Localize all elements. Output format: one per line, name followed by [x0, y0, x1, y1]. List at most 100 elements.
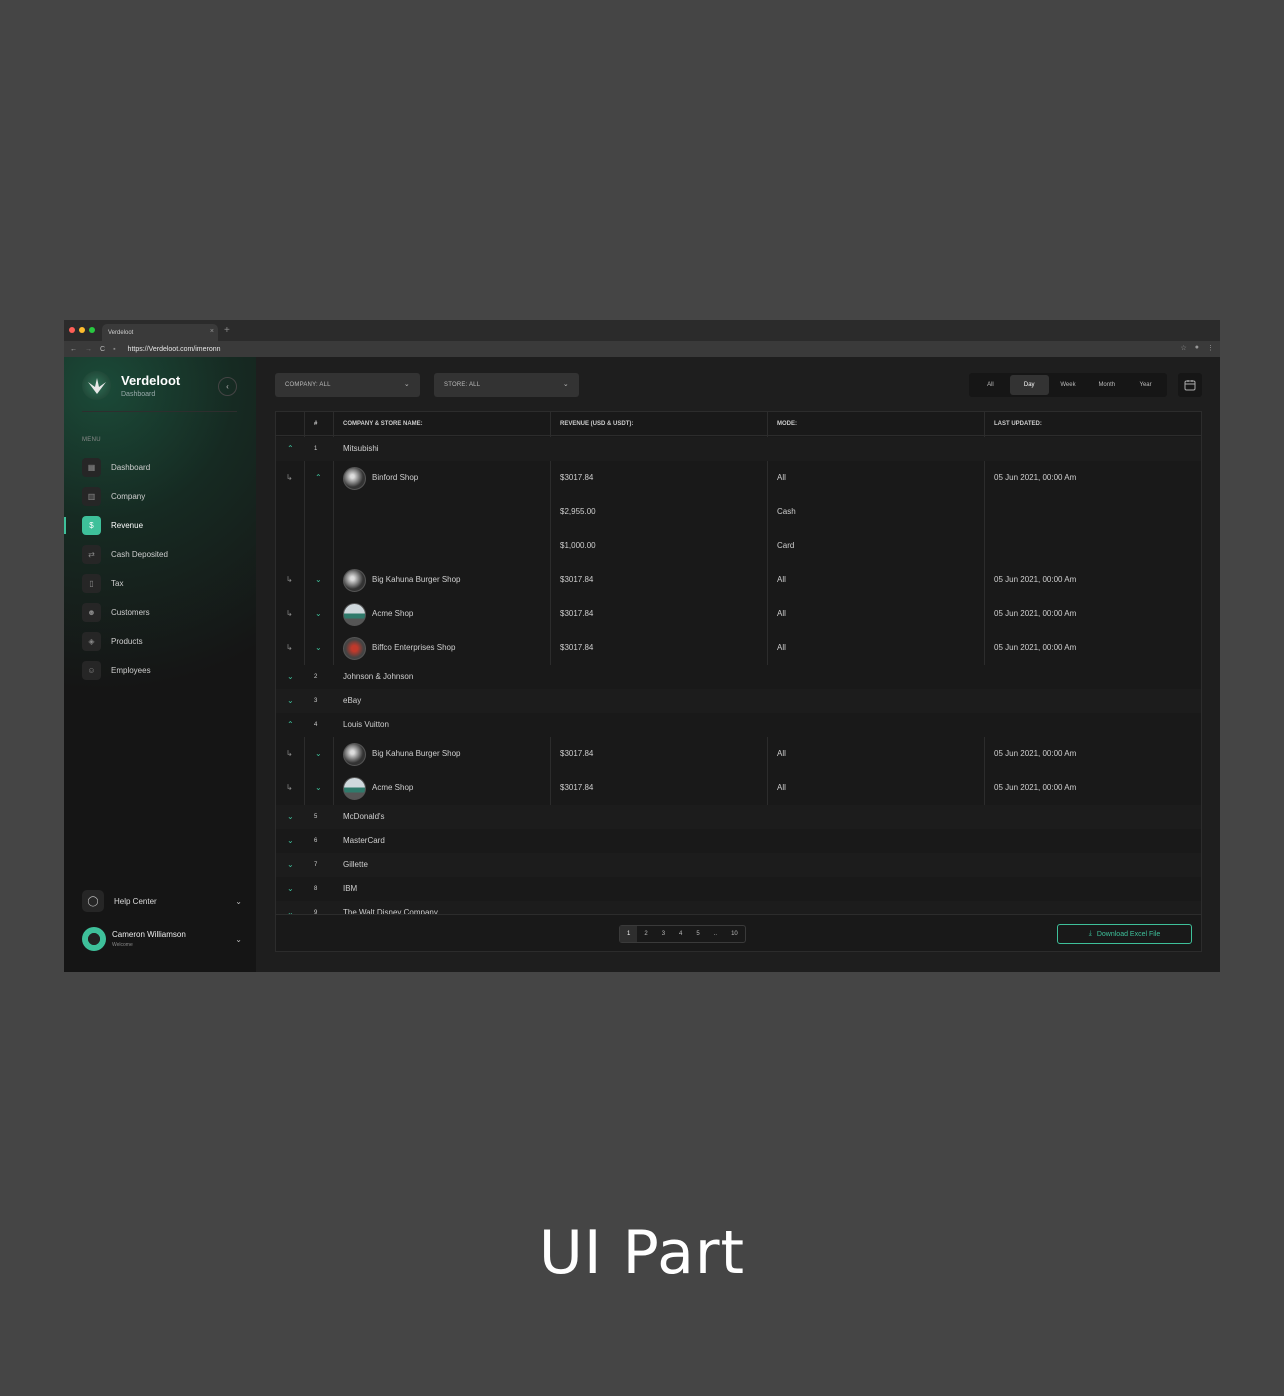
store-row[interactable]: ↳ ⌄ Big Kahuna Burger Shop 05 Jun 2021, 00:… [276, 563, 1201, 597]
sidebar-item-label: Dashboard [111, 463, 151, 472]
period-all-button[interactable]: All [971, 375, 1010, 395]
table-row[interactable]: ⌄ 9 The Walt Disney Company [276, 901, 1201, 914]
revenue-value: $3017.84 [560, 749, 594, 758]
maximize-window-dot[interactable] [89, 327, 95, 333]
company-filter-dropdown[interactable]: COMPANY: ALL ⌄ [275, 373, 420, 397]
table-row[interactable]: ⌃ 4 Louis Vuitton [276, 713, 1201, 737]
chevron-down-icon[interactable]: ⌄ [315, 563, 322, 597]
chevron-up-icon[interactable]: ⌃ [287, 437, 294, 461]
chevron-down-icon: ⌄ [562, 381, 569, 388]
calendar-button[interactable] [1178, 373, 1202, 397]
sidebar-item-revenue[interactable]: $ Revenue [64, 511, 256, 540]
page-10-button[interactable]: 10 [724, 926, 745, 942]
company-name: IBM [343, 884, 358, 893]
extension-icon[interactable]: ● [1195, 344, 1199, 352]
sidebar-item-company[interactable]: ▥ Company [64, 482, 256, 511]
mode-value: All [777, 643, 786, 652]
more-icon[interactable]: ⋮ [1207, 344, 1214, 352]
chevron-down-icon[interactable]: ⌄ [287, 853, 294, 877]
forward-icon[interactable]: → [85, 346, 92, 353]
sidebar-item-dashboard[interactable]: ▦ Dashboard [64, 453, 256, 482]
chevron-up-icon[interactable]: ⌃ [315, 461, 322, 495]
table-row[interactable]: ⌄ 8 IBM [276, 877, 1201, 901]
mode-value: All [777, 749, 786, 758]
table-row[interactable]: ⌄ 3 eBay [276, 689, 1201, 713]
detail-row[interactable]: $1,000.00 Card [276, 529, 1201, 563]
sidebar-item-products[interactable]: ◈ Products [64, 627, 256, 656]
chevron-down-icon[interactable]: ⌄ [287, 665, 294, 689]
mode-value: All [777, 783, 786, 792]
store-row[interactable]: ↳ ⌃ Binford Shop 05 Jun 2021, 00:00 Am $3017… [276, 461, 1201, 495]
store-row[interactable]: ↳ ⌄ Acme Shop 05 Jun 2021, 00:00 Am $3017.84… [276, 597, 1201, 631]
revenue-value: $3017.84 [560, 473, 594, 482]
page-1-button[interactable]: 1 [620, 926, 638, 942]
period-month-button[interactable]: Month [1087, 375, 1126, 395]
reload-icon[interactable]: C [100, 346, 105, 353]
chevron-down-icon[interactable]: ⌄ [315, 771, 322, 805]
detail-row[interactable]: $2,955.00 Cash [276, 495, 1201, 529]
table-row[interactable]: ⌄ 5 McDonald's [276, 805, 1201, 829]
page-3-button[interactable]: 3 [655, 926, 672, 942]
browser-window: Verdeloot × + ← → C ▪ https://Verdeloot.… [64, 320, 1220, 972]
chevron-down-icon[interactable]: ⌄ [287, 805, 294, 829]
store-row[interactable]: ↳ ⌄ Acme Shop 05 Jun 2021, 00:00 Am $3017.84… [276, 771, 1201, 805]
revenue-table: # COMPANY & STORE NAME: REVENUE (USD & U… [275, 411, 1202, 952]
star-icon[interactable]: ☆ [1180, 344, 1186, 352]
store-thumbnail [343, 636, 366, 660]
chat-icon: ◯ [82, 890, 104, 912]
store-filter-dropdown[interactable]: STORE: ALL ⌄ [434, 373, 579, 397]
chevron-down-icon[interactable]: ⌄ [235, 897, 242, 906]
mode-value: All [777, 473, 786, 482]
chevron-down-icon[interactable]: ⌄ [287, 829, 294, 853]
tab-close-icon[interactable]: × [210, 328, 214, 335]
sidebar-item-employees[interactable]: ☺ Employees [64, 656, 256, 685]
chevron-down-icon[interactable]: ⌄ [287, 689, 294, 713]
sidebar: Verdeloot Dashboard ‹ MENU ▦ Dashboard ▥ Co… [64, 357, 256, 972]
table-row[interactable]: ⌄ 7 Gillette [276, 853, 1201, 877]
period-year-button[interactable]: Year [1126, 375, 1165, 395]
store-row[interactable]: ↳ ⌄ Biffco Enterprises Shop 05 Jun 2021, 00… [276, 631, 1201, 665]
chevron-down-icon[interactable]: ⌄ [315, 597, 322, 631]
period-day-button[interactable]: Day [1009, 375, 1049, 395]
user-profile[interactable]: Cameron Williamson Welcome ⌄ [82, 925, 242, 953]
store-name: Big Kahuna Burger Shop [372, 575, 461, 584]
subrow-arrow-icon: ↳ [286, 643, 293, 652]
page-2-button[interactable]: 2 [637, 926, 654, 942]
chevron-down-icon[interactable]: ⌄ [315, 631, 322, 665]
row-number: 3 [314, 698, 318, 704]
store-thumbnail [343, 568, 366, 592]
close-window-dot[interactable] [69, 327, 75, 333]
period-selector: All Day Week Month Year [969, 373, 1167, 397]
new-tab-icon[interactable]: + [224, 325, 230, 336]
chevron-down-icon[interactable]: ⌄ [287, 901, 294, 914]
table-row[interactable]: ⌃ 1 Mitsubishi [276, 437, 1201, 461]
browser-tab[interactable]: Verdeloot × [102, 324, 218, 341]
table-row[interactable]: ⌄ 6 MasterCard [276, 829, 1201, 853]
row-number: 4 [314, 722, 318, 728]
store-name-cell: Big Kahuna Burger Shop [343, 563, 461, 597]
store-row[interactable]: ↳ ⌄ Big Kahuna Burger Shop 05 Jun 2021, 00:… [276, 737, 1201, 771]
page-5-button[interactable]: 5 [689, 926, 706, 942]
chevron-up-icon[interactable]: ⌃ [287, 713, 294, 737]
chevron-down-icon[interactable]: ⌄ [287, 877, 294, 901]
chevron-down-icon[interactable]: ⌄ [315, 737, 322, 771]
collapse-sidebar-button[interactable]: ‹ [218, 377, 237, 396]
row-number: 9 [314, 910, 318, 914]
table-row[interactable]: ⌄ 2 Johnson & Johnson [276, 665, 1201, 689]
minimize-window-dot[interactable] [79, 327, 85, 333]
page-4-button[interactable]: 4 [672, 926, 689, 942]
sidebar-item-cash-deposited[interactable]: ⇄ Cash Deposited [64, 540, 256, 569]
sidebar-item-customers[interactable]: ☻ Customers [64, 598, 256, 627]
row-number: 6 [314, 838, 318, 844]
company-filter-label: COMPANY: ALL [285, 382, 331, 388]
store-filter-label: STORE: ALL [444, 382, 481, 388]
download-excel-button[interactable]: ⤓ Download Excel File [1057, 924, 1192, 944]
help-center-button[interactable]: ◯ Help Center ⌄ [82, 890, 242, 912]
subrow-arrow-icon: ↳ [286, 473, 293, 482]
back-icon[interactable]: ← [70, 346, 77, 353]
store-thumbnail [343, 742, 366, 766]
chevron-down-icon[interactable]: ⌄ [235, 935, 242, 944]
url-field[interactable]: https://Verdeloot.com/imeronn [128, 346, 221, 353]
sidebar-item-tax[interactable]: ▯ Tax [64, 569, 256, 598]
period-week-button[interactable]: Week [1049, 375, 1088, 395]
